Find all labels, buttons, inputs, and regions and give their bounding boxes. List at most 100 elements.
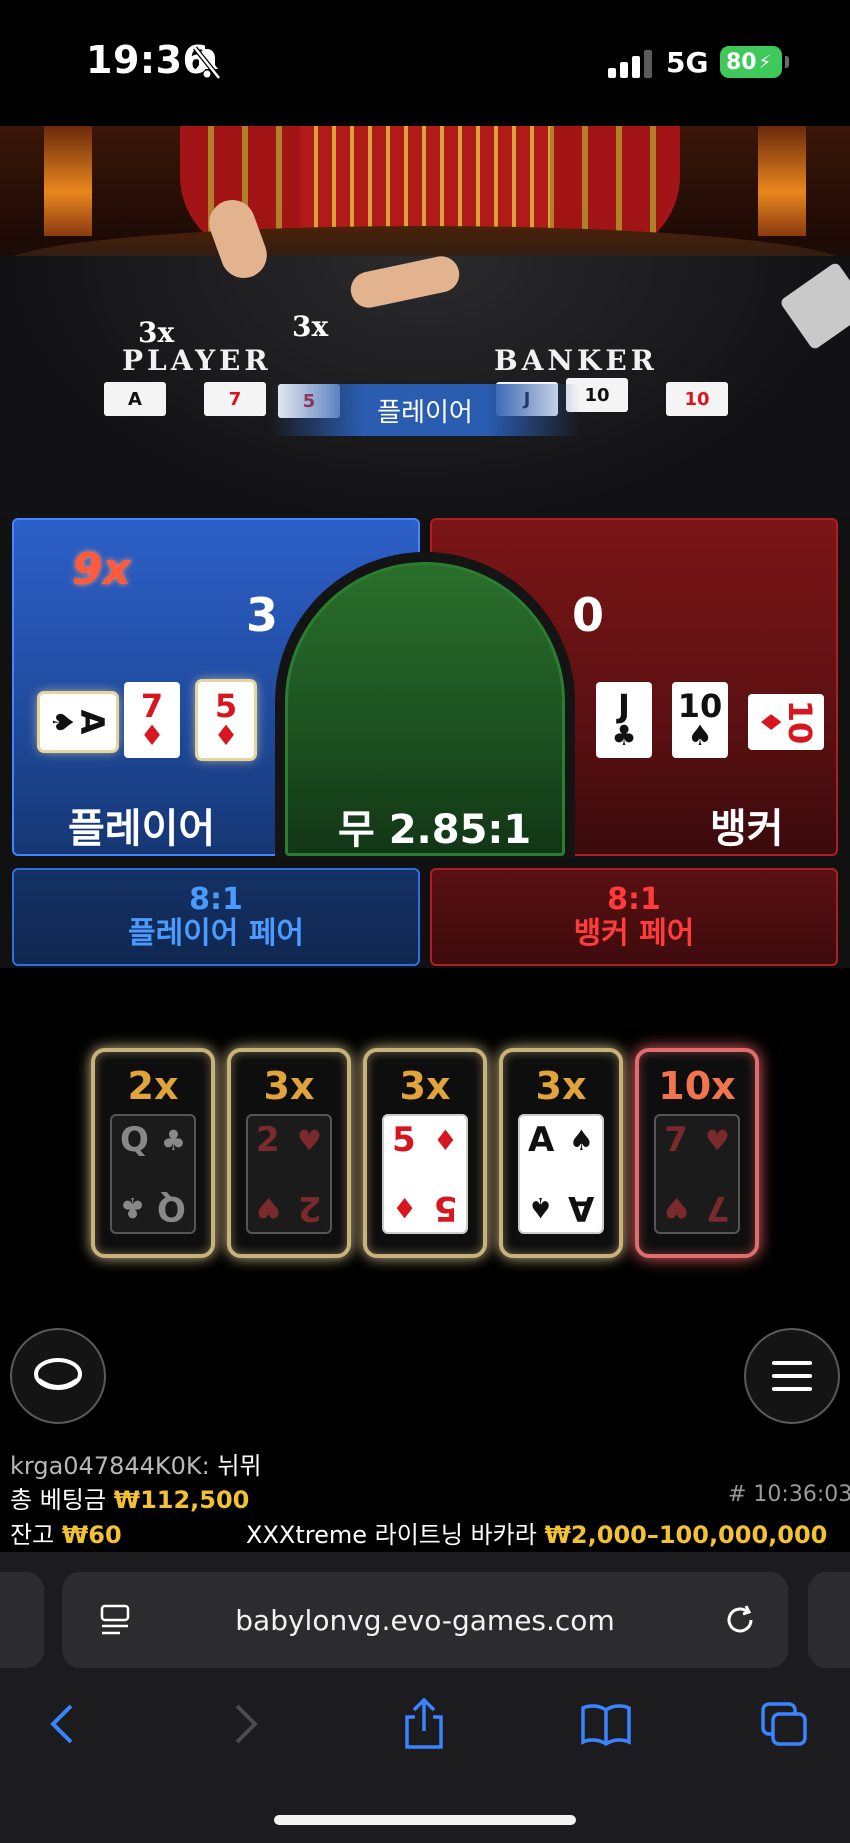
card-rank: 7 xyxy=(140,687,164,725)
lamp xyxy=(44,126,92,236)
card-rank: A xyxy=(73,709,111,735)
card-suit: ♦ xyxy=(213,719,239,752)
tabs-button[interactable] xyxy=(754,1694,814,1754)
bookmarks-button[interactable] xyxy=(576,1694,636,1754)
card-suit: ♣ xyxy=(160,1124,186,1157)
banker-card: 10 ♦ xyxy=(748,694,824,750)
round-id: # 10:36:03 xyxy=(728,1482,850,1507)
banker-pair-label: 뱅커 페어 xyxy=(573,916,695,951)
table-multiplier: 3x xyxy=(292,310,329,343)
card-rank: A xyxy=(567,1188,594,1228)
address-bar[interactable]: babylonvg.evo-games.com xyxy=(62,1572,788,1668)
game-name: XXXtreme 라이트닝 바카라 xyxy=(246,1521,537,1549)
home-indicator xyxy=(274,1815,576,1825)
card-rank: J xyxy=(618,687,630,725)
card-rank: Q xyxy=(120,1120,149,1160)
lamp xyxy=(758,126,806,236)
card-suit: ♣ xyxy=(611,719,637,752)
battery-tip xyxy=(785,56,789,68)
table-banker-word: BANKER xyxy=(494,344,658,377)
banker-card: 10 ♠ xyxy=(672,682,728,758)
chat-bubble-icon xyxy=(34,1358,82,1390)
table-player-word: PLAYER xyxy=(122,344,272,377)
card-suit: ♦ xyxy=(139,719,165,752)
card-suit: ♦ xyxy=(392,1191,418,1224)
card-suit: ♠ xyxy=(687,719,713,752)
tie-bet-spot[interactable]: 무 2.85:1 xyxy=(285,562,565,856)
status-bar: 19:36 5G 80 ⚡ xyxy=(0,0,850,126)
share-button[interactable] xyxy=(394,1694,454,1754)
total-bet-line: 총 베팅금 ₩112,500 xyxy=(10,1480,249,1515)
total-bet-value: ₩112,500 xyxy=(113,1486,250,1514)
back-button[interactable] xyxy=(32,1694,92,1754)
player-card: 7 ♦ xyxy=(124,682,180,758)
lightning-card-face: 7 ♥ ♥ 7 xyxy=(654,1114,740,1234)
card-rank: Q xyxy=(157,1188,186,1228)
next-tab-preview[interactable] xyxy=(808,1572,850,1668)
lightning-card-face: 2 ♥ ♥ 2 xyxy=(246,1114,332,1234)
banker-pair-odds: 8:1 xyxy=(607,881,661,917)
back-arrow-icon xyxy=(50,1704,73,1744)
chat-message: 뉘뮈 xyxy=(217,1452,262,1480)
previous-tab-preview[interactable] xyxy=(0,1572,44,1668)
chat-button[interactable] xyxy=(10,1328,106,1424)
page-menu-icon[interactable] xyxy=(98,1602,134,1638)
card-rank: A xyxy=(528,1120,555,1160)
lightning-multiplier: 2x xyxy=(127,1064,179,1108)
game-info-line: XXXtreme 라이트닝 바카라 ₩2,000–100,000,000 xyxy=(246,1515,827,1550)
result-banner: 플레이어 xyxy=(270,384,580,436)
card-suit: ♥ xyxy=(256,1191,282,1224)
lightning-card-face: 5 ♦ ♦ 5 xyxy=(382,1114,468,1234)
lightning-card-face: A ♠ ♠ A xyxy=(518,1114,604,1234)
card-suit: ♠ xyxy=(46,709,79,735)
status-time: 19:36 xyxy=(86,38,210,82)
live-video-feed: 3x 3x PLAYER BANKER A 7 5 J 10 10 플레이어 xyxy=(0,126,850,518)
card-suit: ♥ xyxy=(704,1124,730,1157)
menu-button[interactable] xyxy=(744,1328,840,1424)
bet-limits: ₩2,000–100,000,000 xyxy=(544,1521,828,1549)
tie-bet-label: 무 2.85:1 xyxy=(338,807,532,853)
total-bet-label: 총 베팅금 xyxy=(10,1486,106,1514)
lightning-card: 3x 2 ♥ ♥ 2 xyxy=(227,1048,351,1258)
table-card: A xyxy=(104,382,166,416)
banker-pair-bet-spot[interactable]: 8:1 뱅커 페어 xyxy=(430,868,838,966)
lightning-multiplier: 3x xyxy=(399,1064,451,1108)
card-suit: ♦ xyxy=(754,709,787,735)
battery-indicator: 80 ⚡ xyxy=(720,46,782,78)
balance-line: 잔고 ₩60 xyxy=(10,1515,122,1550)
player-pair-label: 플레이어 페어 xyxy=(127,916,305,951)
url-text: babylonvg.evo-games.com xyxy=(235,1603,615,1637)
reload-icon[interactable] xyxy=(720,1600,760,1640)
banker-bet-label: 뱅커 xyxy=(710,806,784,852)
balance-label: 잔고 xyxy=(10,1521,55,1549)
chat-username: krga047844K0K: xyxy=(10,1452,210,1480)
cell-signal-icon xyxy=(608,50,652,78)
share-icon xyxy=(405,1697,443,1749)
lightning-card: 10x 7 ♥ ♥ 7 xyxy=(635,1048,759,1258)
player-card: 5 ♦ xyxy=(198,682,254,758)
tabs-icon xyxy=(761,1702,807,1746)
player-bet-label: 플레이어 xyxy=(68,806,216,852)
lightning-multiplier: 10x xyxy=(658,1064,736,1108)
card-suit: ♣ xyxy=(120,1191,146,1224)
lightning-card: 3x 5 ♦ ♦ 5 xyxy=(363,1048,487,1258)
card-suit: ♥ xyxy=(664,1191,690,1224)
card-rank: 2 xyxy=(256,1120,280,1160)
lightning-cards-row: 2x Q ♣ ♣ Q 3x 2 ♥ ♥ 2 3x 5 ♦ ♦ 5 3x A ♠ … xyxy=(0,1040,850,1270)
card-rank: 7 xyxy=(664,1120,688,1160)
balance-value: ₩60 xyxy=(61,1521,122,1549)
player-card: A ♠ xyxy=(40,694,116,750)
card-rank: 7 xyxy=(706,1188,730,1228)
lightning-card: 3x A ♠ ♠ A xyxy=(499,1048,623,1258)
player-pair-bet-spot[interactable]: 8:1 플레이어 페어 xyxy=(12,868,420,966)
card-rank: 5 xyxy=(392,1120,416,1160)
card-suit: ♠ xyxy=(528,1191,554,1224)
dealer-uniform xyxy=(300,126,550,236)
card-rank: 10 xyxy=(781,699,819,745)
lightning-card: 2x Q ♣ ♣ Q xyxy=(91,1048,215,1258)
charging-bolt-icon: ⚡ xyxy=(758,51,772,73)
card-suit: ♥ xyxy=(296,1124,322,1157)
card-suit: ♦ xyxy=(432,1124,458,1157)
forward-button[interactable] xyxy=(216,1694,276,1754)
battery-level: 80 xyxy=(726,49,757,75)
